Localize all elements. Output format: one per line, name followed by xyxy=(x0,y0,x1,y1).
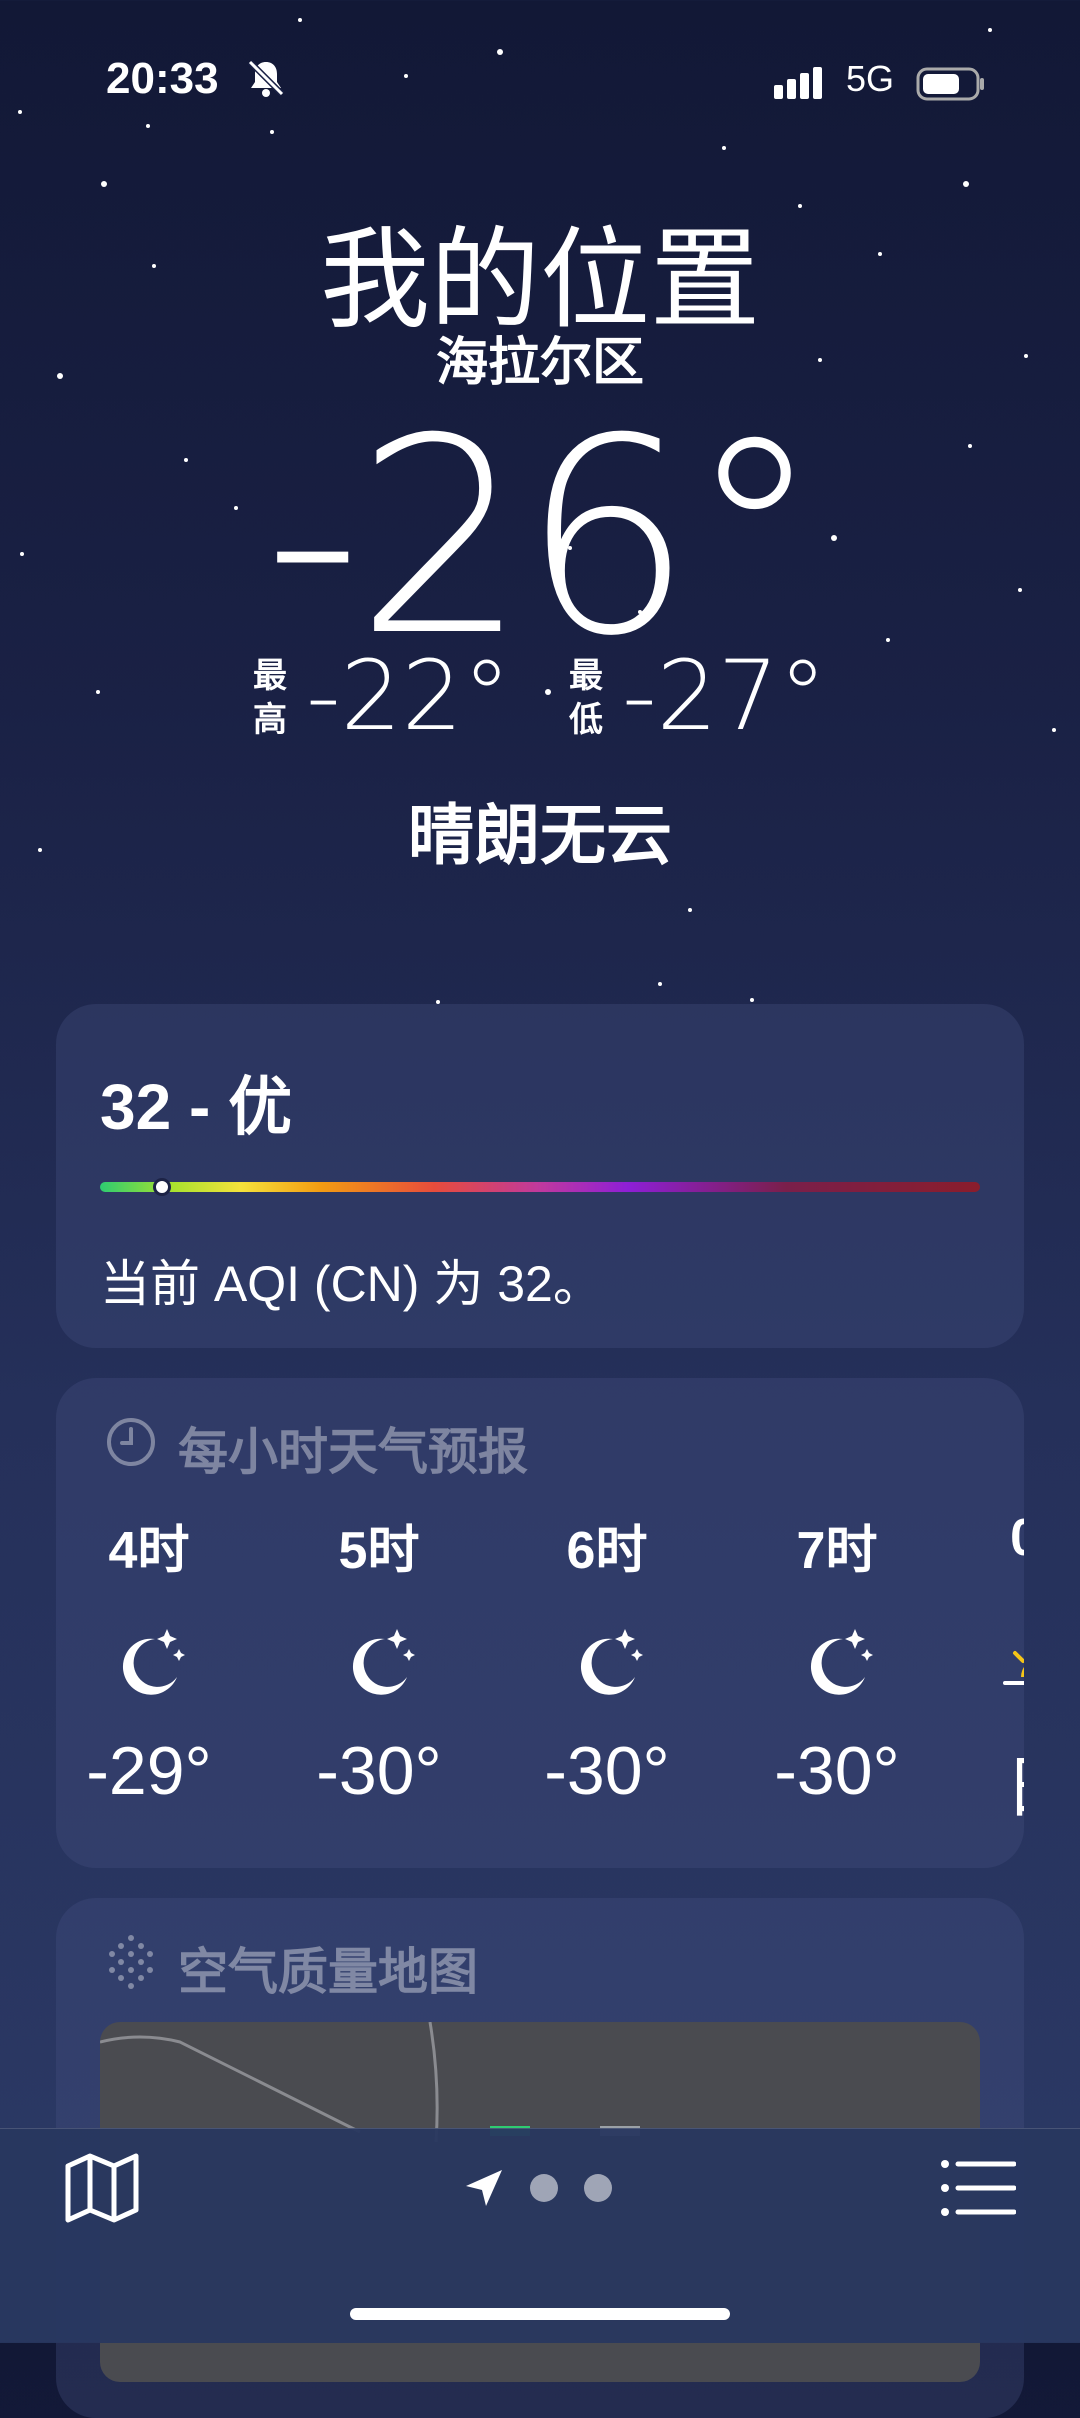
moon-stars-icon xyxy=(56,1608,244,1718)
list-icon[interactable] xyxy=(940,2158,1017,2223)
hour-time: 4时 xyxy=(108,1522,190,1580)
location-arrow-icon[interactable] xyxy=(464,2168,504,2213)
hour-time: 7时 xyxy=(796,1522,878,1580)
hour-time: 5时 xyxy=(338,1522,420,1580)
hourly-forecast-title: 每小时天气预报 xyxy=(178,1424,528,1480)
hour-temperature: -30° xyxy=(316,1733,442,1809)
low-label: 最 低 xyxy=(569,657,603,739)
signal-icon xyxy=(774,62,830,112)
map-icon[interactable] xyxy=(64,2152,140,2229)
aqi-scale-indicator xyxy=(152,1178,171,1196)
hour-time: 6时 xyxy=(566,1522,648,1580)
hour-item: 7时 -30° xyxy=(742,1508,932,1810)
moon-stars-icon xyxy=(742,1608,932,1718)
air-quality-card[interactable]: 32 - 优 当前 AQI (CN) 为 32。 xyxy=(56,1004,1024,1348)
hour-time: 07 xyxy=(944,1508,1024,1588)
hourly-forecast-card[interactable]: 每小时天气预报 4时 -29° 5时 -30° 6时 -30° 7时 -30° xyxy=(56,1378,1024,1868)
high-low-temperature: 最 高 -22° 最 低 -27° xyxy=(0,640,1080,760)
status-bar: 20:33 5G xyxy=(0,48,1080,108)
air-quality-map-title: 空气质量地图 xyxy=(178,1944,478,2000)
moon-stars-icon xyxy=(512,1608,702,1718)
status-time: 20:33 xyxy=(106,54,219,103)
hour-temperature: -29° xyxy=(86,1733,212,1809)
aqi-description: 当前 AQI (CN) 为 32。 xyxy=(100,1256,603,1312)
hour-item: 4时 -29° xyxy=(56,1508,244,1810)
hour-temperature: -30° xyxy=(774,1733,900,1809)
hourly-list[interactable]: 4时 -29° 5时 -30° 6时 -30° 7时 -30° xyxy=(56,1508,1024,1838)
low-temperature: -27° xyxy=(622,640,827,752)
hour-item: 07 日 xyxy=(944,1508,1024,1831)
page-dot[interactable] xyxy=(530,2174,558,2202)
high-label: 最 高 xyxy=(253,657,287,739)
sunrise-icon xyxy=(944,1608,1024,1718)
hour-item: 6时 -30° xyxy=(512,1508,702,1810)
weather-condition: 晴朗无云 xyxy=(408,798,672,872)
page-dot[interactable] xyxy=(584,2174,612,2202)
aqi-value: 32 - 优 xyxy=(100,1071,293,1143)
air-quality-map-header: 空气质量地图 xyxy=(104,1932,478,2004)
hour-temperature: 日 xyxy=(944,1732,1024,1831)
dots-grid-icon xyxy=(104,1932,158,2004)
high-temperature: -22° xyxy=(306,640,511,752)
home-indicator[interactable] xyxy=(350,2308,730,2320)
moon-stars-icon xyxy=(284,1608,474,1718)
network-type: 5G xyxy=(846,58,895,99)
bell-slash-icon xyxy=(246,58,286,109)
hour-temperature: -30° xyxy=(544,1733,670,1809)
hour-item: 5时 -30° xyxy=(284,1508,474,1810)
battery-icon xyxy=(916,62,986,112)
hourly-forecast-header: 每小时天气预报 xyxy=(104,1412,528,1484)
clock-icon xyxy=(104,1415,158,1481)
aqi-scale-bar xyxy=(100,1182,980,1192)
